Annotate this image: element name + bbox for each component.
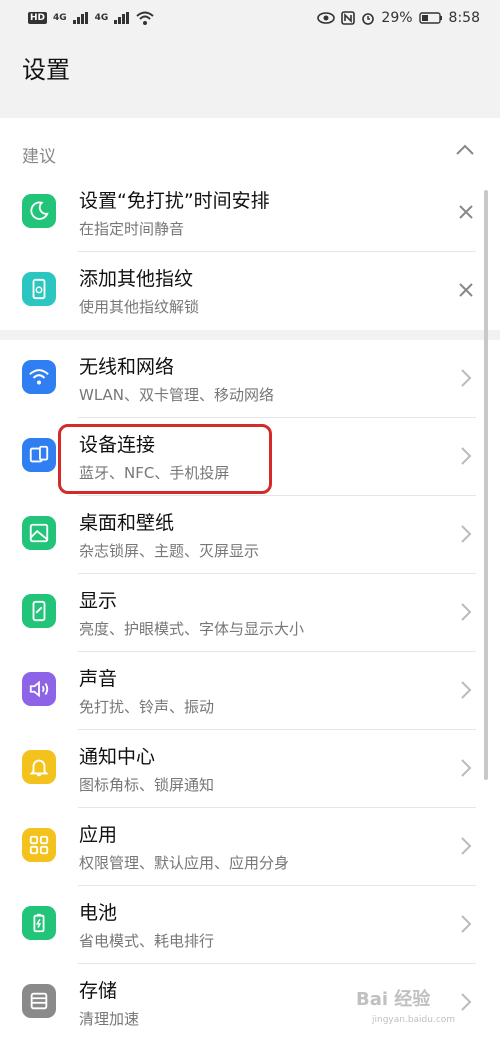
settings-subtitle: 免打扰、铃声、振动 — [79, 698, 215, 716]
chevron-right-icon — [454, 912, 478, 936]
settings-item-wallpaper[interactable]: 桌面和壁纸 杂志锁屏、主题、灭屏显示 — [0, 496, 500, 574]
wifi-icon — [22, 360, 56, 394]
chevron-right-icon — [454, 834, 478, 858]
status-bar: HD 4G 4G 29% 8:58 — [0, 0, 500, 36]
bell-icon — [22, 750, 56, 784]
chevron-right-icon — [454, 366, 478, 390]
close-icon[interactable] — [454, 278, 478, 302]
settings-item-apps[interactable]: 应用 权限管理、默认应用、应用分身 — [0, 808, 500, 886]
status-left: HD 4G 4G — [28, 11, 154, 25]
suggestions-label: 建议 — [22, 147, 56, 167]
settings-subtitle: 图标角标、锁屏通知 — [79, 776, 215, 794]
settings-subtitle: 省电模式、耗电排行 — [79, 932, 215, 950]
settings-subtitle: 清理加速 — [79, 1010, 140, 1028]
apps-grid-icon — [22, 828, 56, 862]
scrollbar[interactable] — [484, 190, 488, 780]
suggestion-title: 设置“免打扰”时间安排 — [79, 190, 270, 212]
settings-item-notification[interactable]: 通知中心 图标角标、锁屏通知 — [0, 730, 500, 808]
chevron-right-icon — [454, 522, 478, 546]
moon-icon — [22, 194, 56, 228]
battery-icon — [22, 906, 56, 940]
settings-subtitle: 权限管理、默认应用、应用分身 — [79, 854, 290, 872]
settings-title: 电池 — [79, 902, 118, 924]
battery-status-icon — [418, 12, 442, 24]
settings-item-sound[interactable]: 声音 免打扰、铃声、振动 — [0, 652, 500, 730]
close-icon[interactable] — [454, 200, 478, 224]
chevron-right-icon — [454, 444, 478, 468]
settings-subtitle: WLAN、双卡管理、移动网络 — [79, 386, 275, 404]
watermark-url: jingyan.baidu.com — [372, 1015, 456, 1025]
suggestion-subtitle: 在指定时间静音 — [79, 220, 185, 238]
device-connect-icon — [22, 438, 56, 472]
battery-percent: 29% — [381, 10, 413, 26]
settings-item-wireless[interactable]: 无线和网络 WLAN、双卡管理、移动网络 — [0, 340, 500, 418]
signal-icon — [72, 12, 88, 24]
speaker-icon — [22, 672, 56, 706]
highlight-box — [58, 424, 272, 494]
settings-title: 声音 — [79, 668, 118, 690]
page-title: 设置 — [22, 56, 70, 84]
settings-title: 桌面和壁纸 — [79, 512, 175, 534]
settings-item-display[interactable]: 显示 亮度、护眼模式、字体与显示大小 — [0, 574, 500, 652]
status-right: 29% 8:58 — [317, 10, 480, 26]
chevron-right-icon — [454, 990, 478, 1014]
chevron-right-icon — [454, 600, 478, 624]
signal-icon — [114, 12, 130, 24]
status-time: 8:58 — [448, 10, 480, 26]
sim2-network: 4G — [94, 13, 109, 23]
settings-subtitle: 杂志锁屏、主题、灭屏显示 — [79, 542, 260, 560]
settings-title: 显示 — [79, 590, 118, 612]
chevron-right-icon — [454, 678, 478, 702]
settings-title: 存储 — [79, 980, 118, 1002]
settings-title: 通知中心 — [79, 746, 156, 768]
sim1-network: 4G — [53, 13, 67, 23]
suggestion-item-fingerprint[interactable]: 添加其他指纹 使用其他指纹解锁 — [0, 252, 500, 330]
watermark: Bai 经验 — [356, 989, 431, 1010]
chevron-right-icon — [454, 756, 478, 780]
settings-item-battery[interactable]: 电池 省电模式、耗电排行 — [0, 886, 500, 964]
storage-icon — [22, 984, 56, 1018]
chevron-up-icon[interactable] — [453, 140, 477, 160]
hd-badge: HD — [28, 12, 48, 24]
nfc-icon — [341, 11, 356, 25]
display-icon — [22, 594, 56, 628]
wallpaper-icon — [22, 516, 56, 550]
suggestion-item-dnd[interactable]: 设置“免打扰”时间安排 在指定时间静音 — [0, 174, 500, 252]
suggestion-title: 添加其他指纹 — [79, 268, 194, 290]
settings-subtitle: 亮度、护眼模式、字体与显示大小 — [79, 620, 305, 638]
alarm-icon — [362, 13, 375, 25]
settings-title: 应用 — [79, 824, 118, 846]
eye-icon — [317, 12, 336, 24]
settings-title: 无线和网络 — [79, 356, 175, 378]
wifi-status-icon — [136, 11, 154, 25]
suggestion-subtitle: 使用其他指纹解锁 — [79, 298, 200, 316]
fingerprint-phone-icon — [22, 272, 56, 306]
